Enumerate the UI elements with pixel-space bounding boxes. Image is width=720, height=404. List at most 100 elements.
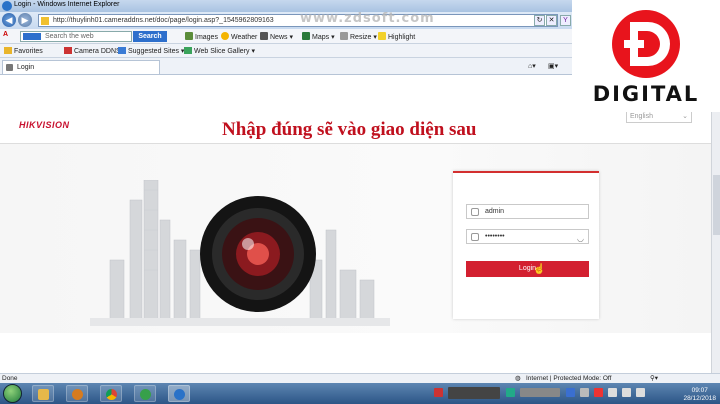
site-icon — [41, 17, 49, 25]
favorites-label: Favorites — [14, 48, 43, 55]
login-panel: admin •••••••• ◡ Login — [453, 171, 599, 319]
page-icon — [6, 64, 13, 71]
refresh-icon[interactable]: ↻ — [534, 15, 545, 26]
forward-button[interactable]: ▶ — [18, 13, 32, 27]
status-bar: Done ◍ Internet | Protected Mode: Off ⚲▾ — [0, 373, 720, 383]
ask-icon: A — [3, 31, 9, 38]
brand-logo: HIKVISION — [19, 120, 70, 130]
favorite-item-suggested-sites[interactable]: Suggested Sites ▾ — [118, 47, 184, 55]
timer-widget — [448, 387, 500, 399]
brand-text: HIKVISION — [19, 120, 70, 130]
folder-icon — [38, 389, 49, 400]
stop-icon[interactable]: ✕ — [546, 15, 557, 26]
taskbar-media[interactable] — [66, 385, 88, 402]
page-icon — [118, 47, 126, 54]
news-icon — [260, 32, 268, 40]
news-button[interactable]: News ▾ — [260, 32, 293, 41]
scrollbar-thumb[interactable] — [713, 175, 720, 235]
username-value: admin — [485, 208, 505, 215]
favorite-item-camera-ddns[interactable]: Camera DDNS — [64, 47, 121, 55]
images-button[interactable]: Images — [185, 32, 218, 41]
network-graph-icon — [520, 388, 560, 397]
digital-logo-mark — [612, 10, 680, 78]
address-input[interactable]: http://thuylinh01.cameraddns.net/doc/pag… — [38, 14, 558, 27]
maps-label: Maps — [312, 34, 330, 41]
language-value: English — [630, 113, 653, 120]
search-placeholder: Search the web — [45, 33, 94, 40]
system-tray: 09:07 28/12/2018 — [430, 385, 720, 402]
resize-label: Resize — [350, 34, 372, 41]
hand-cursor-icon: ☝ — [533, 264, 546, 275]
taskbar-chrome[interactable] — [100, 385, 122, 402]
tray-icon[interactable] — [434, 388, 443, 397]
home-icon[interactable]: ⌂▾ — [528, 62, 536, 70]
resize-icon — [340, 32, 348, 40]
eye-icon[interactable]: ◡ — [577, 232, 584, 245]
weather-label: Weather — [231, 34, 258, 41]
taskbar-app[interactable] — [134, 385, 156, 402]
search-input[interactable]: Search the web — [20, 31, 132, 42]
clock-date: 28/12/2018 — [683, 395, 716, 402]
taskbar-explorer[interactable] — [32, 385, 54, 402]
media-icon — [72, 389, 83, 400]
password-field[interactable]: •••••••• ◡ — [466, 229, 589, 244]
login-button[interactable]: Login — [466, 261, 589, 277]
star-icon — [4, 47, 12, 54]
maps-button[interactable]: Maps ▾ — [302, 32, 335, 41]
ie-icon — [2, 1, 12, 11]
user-icon — [471, 208, 479, 216]
status-text: Done — [2, 375, 18, 382]
tab-login[interactable]: Login — [2, 60, 160, 74]
favorite-item-web-slice[interactable]: Web Slice Gallery ▾ — [184, 47, 255, 55]
taskbar-ie[interactable] — [168, 385, 190, 402]
feeds-icon[interactable]: ▣▾ — [548, 62, 558, 70]
zoom-icon[interactable]: ⚲▾ — [650, 374, 658, 383]
network-icon[interactable] — [622, 388, 631, 397]
news-label: News — [270, 34, 288, 41]
highlight-icon — [378, 32, 386, 40]
camera-lens-glint — [242, 238, 254, 250]
page-content: HIKVISION Nhập đúng sẽ vào giao diện sau… — [0, 75, 711, 373]
search-provider-icon — [23, 33, 41, 40]
tray-icon[interactable] — [506, 388, 515, 397]
overlay-caption: Nhập đúng sẽ vào giao diện sau — [222, 119, 477, 140]
vertical-scrollbar[interactable] — [711, 75, 720, 373]
back-button[interactable]: ◀ — [2, 13, 16, 27]
favorites-button[interactable]: Favorites — [4, 47, 43, 55]
maps-icon — [302, 32, 310, 40]
watermark: www.zdsoft.com — [300, 11, 435, 26]
globe-icon: ◍ — [515, 375, 521, 382]
search-button[interactable]: Search — [133, 31, 167, 42]
volume-icon[interactable] — [608, 388, 617, 397]
weather-button[interactable]: Weather — [221, 32, 257, 41]
address-text: http://thuylinh01.cameraddns.net/doc/pag… — [53, 17, 274, 24]
highlight-button[interactable]: Highlight — [378, 32, 415, 41]
digital-logo-text: DIGITAL — [592, 82, 700, 106]
taskbar: 09:07 28/12/2018 — [0, 383, 720, 404]
tray-icon[interactable] — [566, 388, 575, 397]
clock[interactable]: 09:07 28/12/2018 — [683, 387, 716, 403]
yahoo-search-icon[interactable]: Y — [560, 15, 571, 26]
window-title: Login - Windows Internet Explorer — [14, 1, 120, 8]
favorite-label: Suggested Sites — [128, 48, 179, 55]
chrome-icon — [106, 389, 117, 400]
browser-window: Login - Windows Internet Explorer ◀ ▶ ht… — [0, 0, 720, 404]
tray-icon[interactable] — [594, 388, 603, 397]
weather-icon — [221, 32, 229, 40]
start-button[interactable] — [3, 384, 22, 403]
city-lens-illustration — [90, 180, 390, 326]
tray-icon[interactable] — [580, 388, 589, 397]
language-select[interactable]: English ⌄ — [626, 111, 692, 123]
highlight-label: Highlight — [388, 34, 416, 41]
favorite-label: Camera DDNS — [74, 48, 121, 55]
images-label: Images — [195, 34, 218, 41]
ie-icon — [174, 389, 185, 400]
divider — [0, 143, 711, 144]
flag-icon[interactable] — [636, 388, 645, 397]
security-zone: Internet | Protected Mode: Off — [526, 375, 612, 382]
ground-graphic — [90, 318, 390, 326]
favorite-label: Web Slice Gallery — [194, 48, 250, 55]
tab-label: Login — [17, 64, 35, 71]
username-field[interactable]: admin — [466, 204, 589, 219]
resize-button[interactable]: Resize ▾ — [340, 32, 377, 41]
